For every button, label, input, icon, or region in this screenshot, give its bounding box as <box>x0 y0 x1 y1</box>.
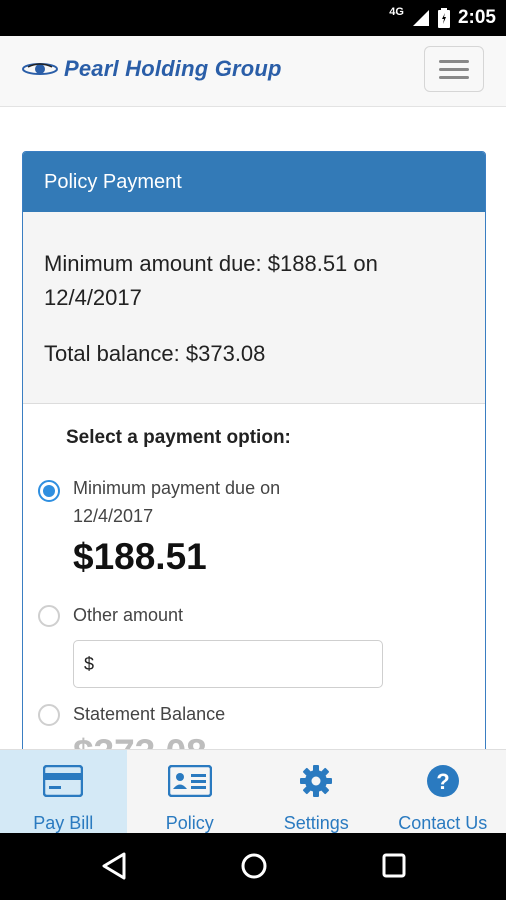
gear-icon <box>299 763 333 799</box>
nav-label: Settings <box>283 813 349 833</box>
minimum-payment-amount: $188.51 <box>73 536 207 577</box>
statement-balance-label: Statement Balance <box>73 704 226 724</box>
other-amount-radio[interactable] <box>38 605 60 627</box>
other-amount-label: Other amount <box>73 605 184 625</box>
signal-icon <box>412 10 429 26</box>
nav-label: Contact Us <box>398 813 488 833</box>
nav-settings[interactable]: Settings <box>253 750 380 834</box>
home-icon[interactable] <box>239 851 269 881</box>
status-icons: 4G 2:05 <box>389 0 496 36</box>
brand-name: Pearl Holding Group <box>64 56 282 81</box>
nav-pay-bill[interactable]: Pay Bill <box>0 750 127 834</box>
battery-icon <box>437 8 450 28</box>
nav-policy[interactable]: Policy <box>127 750 254 834</box>
pearl-logo-icon <box>22 63 58 75</box>
credit-card-icon <box>43 763 84 799</box>
network-type: 4G <box>389 6 404 18</box>
hamburger-line <box>439 68 469 71</box>
payment-option-title: Select a payment option: <box>66 427 291 448</box>
nav-label: Pay Bill <box>33 813 94 833</box>
statement-balance-radio[interactable] <box>38 704 60 726</box>
menu-button[interactable] <box>424 46 484 92</box>
id-card-icon <box>167 763 212 799</box>
recents-icon[interactable] <box>381 851 407 881</box>
panel-title: Policy Payment <box>23 152 485 212</box>
minimum-payment-radio[interactable] <box>38 480 60 502</box>
status-bar: 4G 2:05 <box>0 0 506 36</box>
minimum-amount-due: Minimum amount due: $188.51 on 12/4/2017 <box>44 251 378 310</box>
back-icon[interactable] <box>100 851 128 881</box>
system-navigation-bar <box>0 833 506 900</box>
other-amount-input[interactable]: $ <box>73 640 383 688</box>
total-balance: Total balance: $373.08 <box>44 341 266 366</box>
balance-summary: Minimum amount due: $188.51 on 12/4/2017… <box>23 212 485 404</box>
bottom-navigation: Pay Bill Policy Settings ? Contact Us <box>0 749 506 834</box>
nav-contact-us[interactable]: ? Contact Us <box>380 750 506 834</box>
svg-text:?: ? <box>436 769 449 794</box>
payment-panel: Policy Payment Minimum amount due: $188.… <box>22 151 486 791</box>
brand-logo[interactable]: Pearl Holding Group <box>22 56 282 82</box>
minimum-payment-label: Minimum payment due on 12/4/2017 <box>73 478 281 526</box>
clock: 2:05 <box>457 7 496 28</box>
hamburger-menu-icon <box>439 60 469 63</box>
question-icon: ? <box>426 763 460 799</box>
hamburger-line <box>439 76 469 79</box>
app-header: Pearl Holding Group <box>0 36 506 107</box>
nav-label: Policy <box>165 813 214 833</box>
